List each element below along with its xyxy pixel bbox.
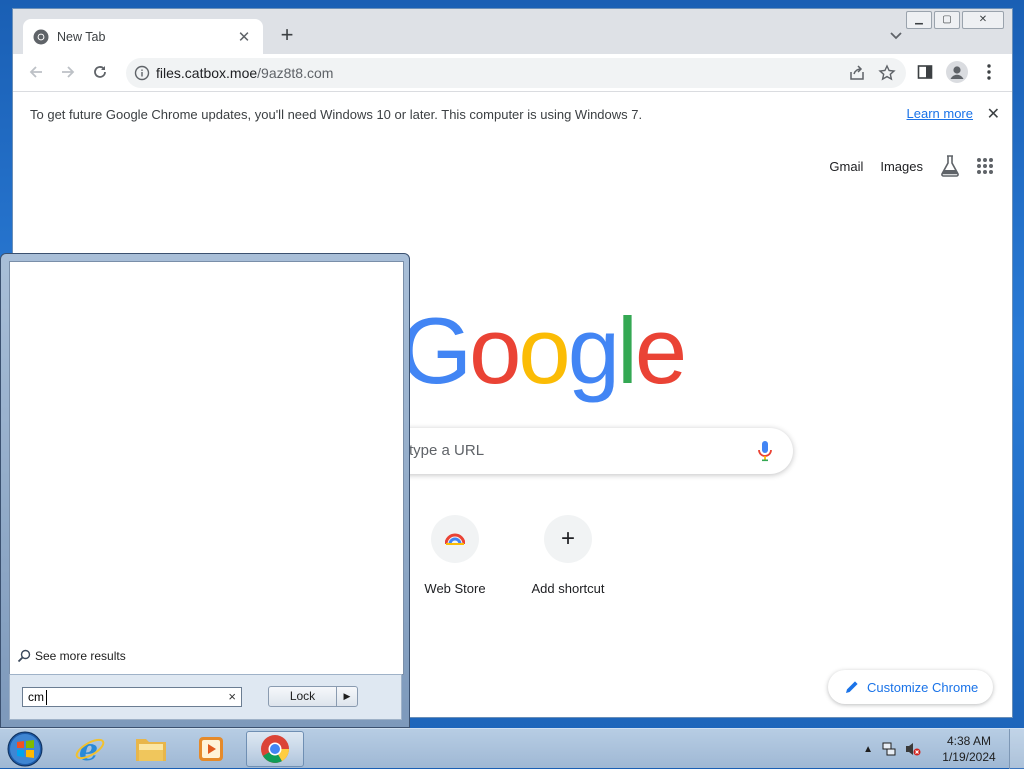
tab-new-tab[interactable]: New Tab ✕ — [23, 19, 263, 54]
gmail-link[interactable]: Gmail — [829, 159, 863, 174]
profile-avatar-icon — [946, 61, 968, 83]
learn-more-link[interactable]: Learn more — [907, 106, 973, 121]
internet-explorer-icon: e — [75, 733, 105, 765]
start-menu-bottom-bar: cm × Lock ▶ — [9, 674, 402, 720]
show-desktop-button[interactable] — [1009, 729, 1024, 769]
infobar-close-icon[interactable]: ✕ — [987, 104, 1000, 124]
bookmark-star-icon[interactable] — [878, 64, 896, 82]
tab-strip: New Tab ✕ + ▁ ▢ ✕ — [13, 9, 1012, 54]
side-panel-icon — [917, 65, 933, 79]
start-menu: See more results cm × Lock ▶ — [0, 253, 410, 728]
tab-search-chevron-icon[interactable] — [886, 25, 906, 45]
window-controls: ▁ ▢ ✕ — [906, 11, 1004, 29]
kebab-menu-icon — [987, 64, 991, 80]
clock-time: 4:38 AM — [946, 734, 992, 748]
update-infobar: To get future Google Chrome updates, you… — [13, 91, 1012, 138]
power-options-arrow-icon[interactable]: ▶ — [337, 687, 357, 706]
taskbar-google-chrome[interactable] — [246, 731, 304, 767]
google-apps-grid-icon[interactable] — [976, 157, 994, 175]
start-orb-icon[interactable] — [5, 730, 45, 768]
chrome-menu-button[interactable] — [977, 60, 1001, 84]
tab-title: New Tab — [57, 29, 106, 44]
reload-button[interactable] — [88, 60, 112, 84]
show-hidden-icons-arrow-icon[interactable]: ▲ — [863, 744, 873, 755]
folder-icon — [136, 739, 166, 761]
svg-text:e: e — [79, 733, 98, 765]
url-text: files.catbox.moe/9az8t8.com — [156, 65, 334, 81]
customize-chrome-button[interactable]: Customize Chrome — [828, 670, 993, 704]
volume-muted-icon[interactable] — [905, 741, 921, 757]
network-icon[interactable] — [881, 741, 897, 757]
shortcut-label: Web Store — [424, 581, 486, 596]
window-close-button[interactable]: ✕ — [962, 11, 1004, 29]
omnibox[interactable]: files.catbox.moe/9az8t8.com — [126, 58, 906, 88]
taskbar: e ▲ 4:38 AM 1/19/2024 — [0, 728, 1024, 769]
forward-arrow-icon — [62, 66, 75, 78]
media-player-icon — [199, 737, 223, 761]
maximize-button[interactable]: ▢ — [934, 11, 960, 29]
clock[interactable]: 4:38 AM 1/19/2024 — [929, 733, 1009, 765]
reload-icon — [94, 66, 106, 78]
minimize-button[interactable]: ▁ — [906, 11, 932, 29]
taskbar-windows-explorer[interactable] — [124, 731, 178, 767]
lock-button-group: Lock ▶ — [268, 686, 358, 707]
logo-letter: e — [634, 298, 687, 403]
logo-letter: g — [567, 298, 620, 403]
taskbar-internet-explorer[interactable]: e — [63, 731, 117, 767]
taskbar-media-player[interactable] — [184, 731, 238, 767]
start-menu-results-panel: See more results — [9, 261, 404, 675]
see-more-results-label: See more results — [35, 649, 126, 663]
labs-flask-icon[interactable] — [940, 155, 960, 177]
clear-search-icon[interactable]: × — [228, 689, 236, 704]
tab-close-icon[interactable]: ✕ — [235, 28, 253, 46]
voice-search-mic-icon[interactable] — [757, 440, 773, 462]
back-arrow-icon — [29, 66, 42, 78]
shortcut-add[interactable]: + Add shortcut — [512, 515, 624, 596]
share-icon[interactable] — [848, 64, 866, 82]
shortcut-web-store[interactable]: Web Store — [399, 515, 511, 596]
clock-date: 1/19/2024 — [942, 750, 996, 764]
add-shortcut-plus-icon: + — [544, 515, 592, 563]
logo-letter: o — [518, 298, 570, 403]
lock-button[interactable]: Lock — [269, 687, 337, 706]
start-search-input[interactable]: cm × — [22, 687, 242, 707]
web-store-icon — [445, 533, 465, 545]
images-link[interactable]: Images — [880, 159, 923, 174]
logo-letter: l — [616, 298, 638, 403]
search-placeholder: type a URL — [409, 442, 485, 459]
magnifier-icon — [17, 649, 31, 663]
forward-button[interactable] — [56, 60, 80, 84]
shortcut-tile — [431, 515, 479, 563]
infobar-message: To get future Google Chrome updates, you… — [30, 107, 643, 122]
logo-letter: o — [469, 298, 521, 403]
site-info-icon[interactable] — [134, 65, 150, 81]
top-links: Gmail Images — [829, 155, 994, 177]
pencil-icon — [846, 681, 858, 693]
toolbar: files.catbox.moe/9az8t8.com — [13, 54, 1012, 91]
start-search-value: cm — [28, 690, 44, 704]
chrome-icon — [261, 735, 289, 763]
google-logo: Google — [399, 297, 687, 405]
profile-button[interactable] — [945, 60, 969, 84]
shortcut-label: Add shortcut — [531, 581, 605, 596]
side-panel-button[interactable] — [913, 60, 937, 84]
customize-label: Customize Chrome — [867, 679, 979, 695]
new-tab-button[interactable]: + — [275, 23, 299, 47]
back-button[interactable] — [24, 60, 48, 84]
chrome-favicon-icon — [33, 29, 49, 44]
system-tray: ▲ 4:38 AM 1/19/2024 — [863, 729, 1024, 769]
text-cursor — [46, 690, 47, 705]
see-more-results-link[interactable]: See more results — [17, 649, 126, 663]
